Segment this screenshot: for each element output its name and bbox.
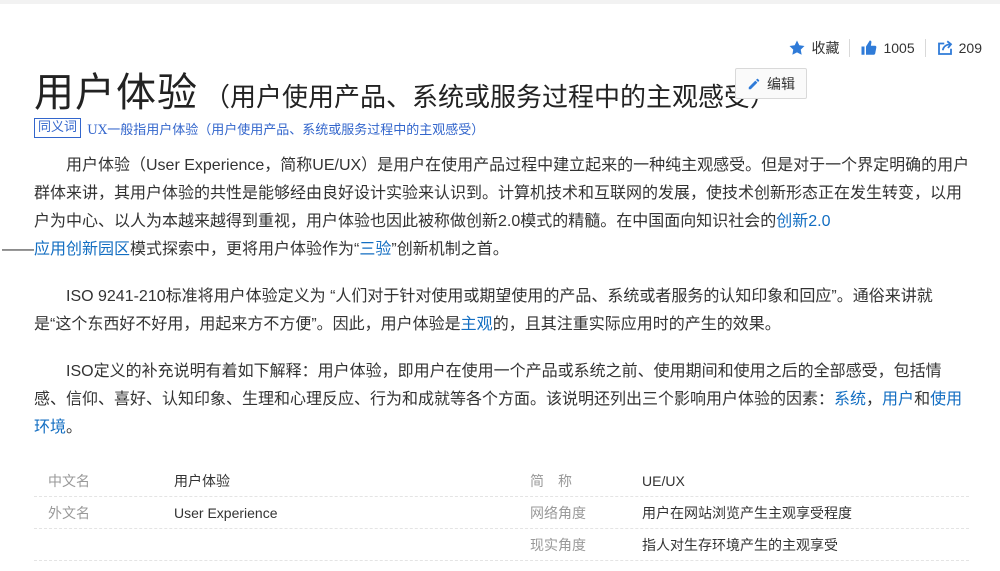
edit-label: 编辑: [767, 75, 795, 92]
entry-title: 用户体验 （用户使用产品、系统或服务过程中的主观感受）: [34, 60, 776, 118]
text: ”创新机制之首。: [391, 241, 509, 258]
text: 模式探索中，更将用户体验作为“: [130, 241, 360, 258]
link-innovation-2[interactable]: 创新2.0: [776, 213, 830, 230]
summary-paragraph-1: 用户体验（User Experience，简称UE/UX）是用户在使用产品过程中…: [2, 152, 970, 264]
text: 的，且其注重实际应用时的产生的效果。: [492, 316, 781, 333]
info-key: 中文名: [48, 473, 90, 490]
collect-label: 收藏: [811, 40, 840, 56]
share-icon: [937, 40, 952, 55]
text: ，: [866, 391, 883, 408]
summary-paragraph-2: ISO 9241-210标准将用户体验定义为 “人们对于针对使用或期望使用的产品…: [34, 283, 970, 339]
info-value: 用户在网站浏览产生主观享受程度: [642, 505, 852, 522]
text: 。: [66, 419, 83, 436]
thumbs-up-icon: [861, 40, 877, 55]
info-key: 现实角度: [530, 537, 586, 554]
star-icon: [789, 40, 805, 55]
synonym-link[interactable]: UX一般指用户体验（用户使用产品、系统或服务过程中的主观感受）: [87, 119, 484, 138]
page-title: 用户体验: [34, 71, 198, 115]
info-value: UE/UX: [642, 472, 685, 489]
page-subtitle: （用户使用产品、系统或服务过程中的主观感受）: [204, 82, 777, 112]
collect-button[interactable]: 收藏: [778, 38, 849, 58]
edit-button[interactable]: 编辑: [735, 68, 807, 99]
info-value: User Experience: [174, 504, 278, 521]
link-user[interactable]: 用户: [882, 391, 914, 408]
info-key: 网络角度: [530, 505, 586, 522]
info-key: 外文名: [48, 505, 90, 522]
synonym-tag: 同义词: [34, 118, 82, 138]
share-button[interactable]: 209: [924, 39, 992, 57]
entry-actions: 收藏 1005 209: [778, 38, 992, 58]
info-row: 现实角度 指人对生存环境产生的主观享受: [34, 528, 969, 561]
info-value: 指人对生存环境产生的主观享受: [642, 537, 838, 554]
info-row: 中文名 用户体验 简 称 UE/UX: [34, 465, 969, 496]
link-three-tests[interactable]: 三验: [359, 241, 391, 258]
basic-info-table: 中文名 用户体验 简 称 UE/UX 外文名 User Experience 网…: [34, 465, 969, 561]
share-count: 209: [958, 40, 982, 56]
info-row: 外文名 User Experience 网络角度 用户在网站浏览产生主观享受程度: [34, 496, 969, 528]
link-subjective[interactable]: 主观: [461, 316, 493, 333]
summary-paragraph-3: ISO定义的补充说明有着如下解释：用户体验，即用户在使用一个产品或系统之前、使用…: [34, 358, 970, 442]
top-divider: [0, 0, 1000, 4]
like-button[interactable]: 1005: [849, 39, 924, 57]
like-count: 1005: [883, 40, 915, 56]
text: ——: [2, 241, 34, 258]
info-value: 用户体验: [174, 473, 230, 490]
text: 和: [914, 391, 931, 408]
link-application-innovation-park[interactable]: 应用创新园区: [34, 241, 130, 258]
synonym-line: 同义词 UX一般指用户体验（用户使用产品、系统或服务过程中的主观感受）: [34, 118, 484, 138]
text: ISO定义的补充说明有着如下解释：用户体验，即用户在使用一个产品或系统之前、使用…: [34, 363, 942, 408]
info-key: 简 称: [530, 473, 572, 490]
pencil-icon: [748, 78, 760, 89]
link-system[interactable]: 系统: [834, 391, 866, 408]
